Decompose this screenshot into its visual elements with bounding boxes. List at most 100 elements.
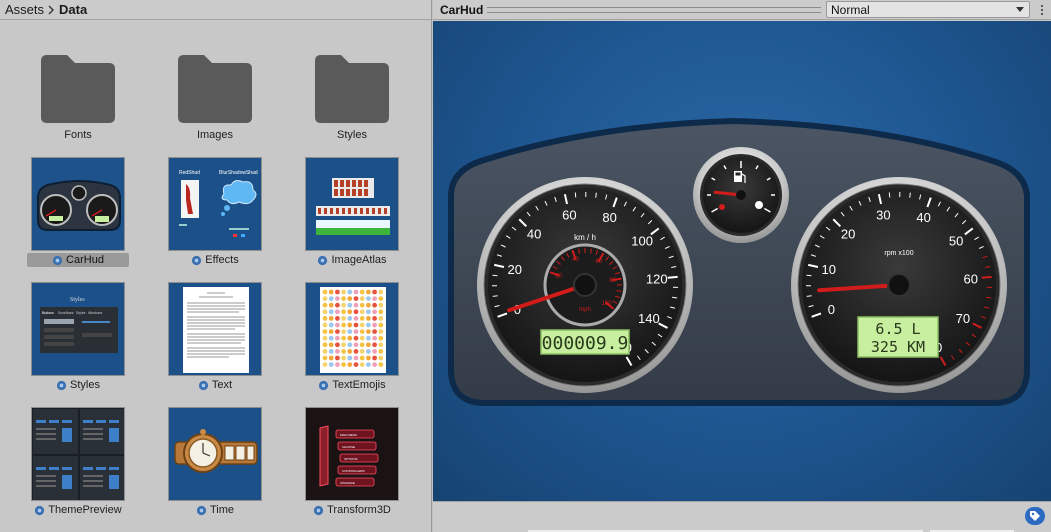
- emoji-glyph: [322, 322, 328, 328]
- folder-images[interactable]: Images: [150, 33, 280, 153]
- emoji-glyph: [372, 309, 377, 315]
- preview-panel: CarHud Normal 0 20 40 60 80 100 120 140 …: [433, 0, 1051, 532]
- kebab-menu-icon[interactable]: [1036, 2, 1048, 18]
- asset-themepreview[interactable]: ThemePreview: [13, 407, 143, 527]
- styles-thumb-tab-1: Scrollbars: [58, 311, 74, 315]
- emoji-glyph: [341, 335, 346, 341]
- folder-icon: [41, 55, 115, 123]
- odometer-readout: 000009.9: [542, 333, 629, 354]
- tacho-label: 60: [963, 271, 977, 286]
- emoji-glyph: [366, 342, 371, 348]
- emoji-glyph: [322, 289, 328, 295]
- emoji-glyph: [359, 322, 365, 328]
- emoji-glyph: [372, 349, 377, 354]
- transform-item-4: UPGRADE: [340, 481, 355, 485]
- emoji-glyph: [347, 329, 353, 334]
- emoji-glyph: [353, 296, 359, 301]
- emoji-glyph: [359, 289, 365, 295]
- speedo-label: 120: [646, 271, 668, 286]
- asset-label: ImageAtlas: [287, 253, 417, 267]
- asset-label-text: Text: [211, 379, 233, 391]
- asset-label: Styles: [13, 378, 143, 392]
- text-thumbnail: [168, 282, 262, 376]
- emoji-glyph: [322, 302, 328, 308]
- emoji-glyph: [359, 309, 365, 315]
- asset-label-text: Transform3D: [327, 504, 391, 516]
- speedo-tick: [595, 192, 597, 198]
- emoji-glyph: [378, 349, 384, 354]
- asset-label: Time: [150, 503, 280, 517]
- emoji-glyph: [347, 296, 353, 301]
- styles-thumb-tab-2: Styles: [76, 311, 86, 315]
- uxml-document-icon: [318, 255, 328, 265]
- styles-thumb-tab-3: Windows: [88, 311, 102, 315]
- asset-time[interactable]: Time: [150, 407, 280, 527]
- asset-text[interactable]: Text: [150, 282, 280, 402]
- emoji-glyph: [353, 362, 359, 367]
- emoji-glyph: [372, 322, 377, 328]
- emoji-glyph: [335, 362, 340, 367]
- asset-label: Effects: [150, 253, 280, 267]
- speedo-inner-label: 60: [596, 259, 603, 265]
- emoji-glyph: [347, 309, 353, 315]
- emoji-glyph: [359, 329, 365, 334]
- asset-styles[interactable]: Styles Buttons Scrollbars Styles Windows: [13, 282, 143, 402]
- emoji-glyph: [335, 349, 340, 354]
- emoji-glyph: [366, 329, 371, 334]
- speedo-tick: [667, 275, 678, 279]
- app-window: Assets Data Fonts Images Styles CarHud R…: [0, 0, 1051, 532]
- emoji-glyph: [372, 329, 377, 334]
- speedo-label: 60: [562, 207, 576, 222]
- emoji-glyph: [366, 355, 371, 361]
- asset-transform3d[interactable]: MAIN MENU CHOOSE OPTIONS CONTROLLERS UPG…: [287, 407, 417, 527]
- tacho-tick: [888, 192, 891, 198]
- effects-title-a: RedShad: [179, 170, 200, 176]
- emoji-glyph: [353, 349, 359, 354]
- emoji-glyph: [328, 349, 334, 354]
- folder-fonts[interactable]: Fonts: [13, 33, 143, 153]
- speedo-tick: [492, 274, 498, 277]
- emoji-glyph: [378, 329, 384, 334]
- mode-dropdown[interactable]: Normal: [826, 1, 1030, 18]
- emoji-glyph: [347, 362, 353, 367]
- emoji-glyph: [335, 316, 340, 321]
- tag-icon[interactable]: [1025, 507, 1045, 525]
- asset-textemojis[interactable]: TextEmojis: [287, 282, 417, 402]
- asset-label-text: CarHud: [66, 254, 104, 266]
- emoji-glyph: [359, 362, 365, 367]
- emoji-glyph: [347, 355, 353, 361]
- speedo-inner-label: 100: [601, 301, 612, 307]
- emoji-glyph: [347, 349, 353, 354]
- lcd-range-km: 325 KM: [871, 338, 925, 356]
- asset-imageatlas[interactable]: ImageAtlas: [287, 157, 417, 277]
- uxml-document-icon: [319, 380, 329, 390]
- tacho-tick: [806, 274, 812, 277]
- breadcrumb-data[interactable]: Data: [59, 2, 87, 17]
- carhud-thumbnail: [31, 157, 125, 251]
- tachometer-gauge: 01020304050607080 rpm x100 6.5 L 325 KM: [791, 177, 1007, 393]
- fuel-gauge: [693, 147, 789, 243]
- lcd-fuel-litres: 6.5 L: [875, 320, 920, 338]
- breadcrumb: Assets Data: [0, 0, 431, 20]
- speedo-label: 40: [527, 227, 541, 242]
- emoji-glyph: [372, 289, 377, 295]
- emoji-glyph: [341, 302, 346, 308]
- speedo-label: 140: [638, 311, 660, 326]
- styles-thumb-tab-0: Buttons: [42, 311, 54, 315]
- breadcrumb-assets[interactable]: Assets: [5, 2, 44, 17]
- emoji-glyph: [341, 362, 346, 367]
- emoji-glyph: [335, 302, 340, 308]
- speedo-label: 100: [631, 234, 653, 249]
- asset-effects[interactable]: RedShad BlurShadowShad Effects: [150, 157, 280, 277]
- emoji-glyph: [322, 316, 328, 321]
- uxml-document-icon: [35, 505, 45, 515]
- asset-carhud[interactable]: CarHud: [13, 157, 143, 277]
- mode-dropdown-value: Normal: [831, 2, 870, 17]
- folder-label: Images: [196, 129, 234, 141]
- asset-grid: Fonts Images Styles CarHud RedShad BlurS…: [0, 21, 432, 532]
- emoji-glyph: [341, 322, 346, 328]
- folder-styles[interactable]: Styles: [287, 33, 417, 153]
- emoji-glyph: [341, 309, 346, 315]
- emoji-glyph: [353, 335, 359, 341]
- emoji-glyph: [359, 349, 365, 354]
